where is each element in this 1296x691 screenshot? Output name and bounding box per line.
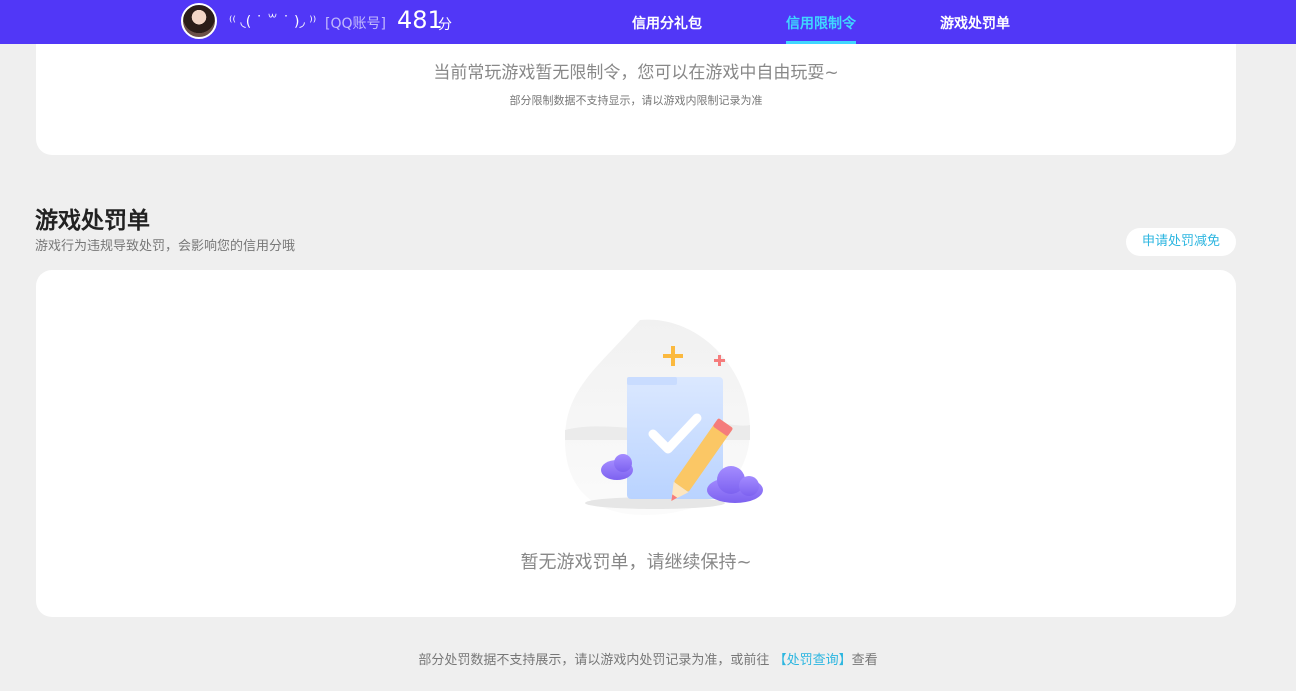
tab-credit-limit[interactable]: 信用限制令 [786, 13, 856, 33]
avatar[interactable] [181, 3, 217, 39]
limit-status-note: 部分限制数据不支持显示，请以游戏内限制记录为准 [509, 94, 763, 107]
apply-penalty-reduction-button[interactable]: 申请处罚减免 [1126, 228, 1236, 256]
tab-credit-gift[interactable]: 信用分礼包 [632, 13, 702, 33]
credit-score-unit: 分 [438, 17, 452, 33]
section-subtitle: 游戏行为违规导致处罚，会影响您的信用分哦 [35, 239, 296, 254]
footer-note-suffix: 查看 [851, 653, 878, 668]
tab-game-penalty[interactable]: 游戏处罚单 [940, 13, 1010, 33]
credit-score-value: 481 [397, 6, 443, 34]
footer-note: 部分处罚数据不支持展示，请以游戏内处罚记录为准，或前往 【处罚查询】查看 [0, 649, 1296, 668]
footer-note-text: 部分处罚数据不支持展示，请以游戏内处罚记录为准，或前往 [418, 653, 770, 668]
clipboard-check-pencil-icon [565, 319, 763, 515]
section-title: 游戏处罚单 [35, 208, 150, 234]
empty-state-message: 暂无游戏罚单，请继续保持~ [520, 552, 752, 573]
penalty-query-link[interactable]: 【处罚查询】 [774, 653, 852, 668]
penalty-list-card: 暂无游戏罚单，请继续保持~ [36, 270, 1236, 617]
limit-status-card: 当前常玩游戏暂无限制令，您可以在游戏中自由玩耍~ 部分限制数据不支持显示，请以游… [36, 44, 1236, 155]
account-type-label: [QQ账号] [325, 16, 386, 32]
limit-status-message: 当前常玩游戏暂无限制令，您可以在游戏中自由玩耍~ [433, 63, 839, 83]
top-navigation-bar: ⁽⁽ ◟( ˙ ꒳ ˙ )◞ ⁾⁾ [QQ账号] 481 分 信用分礼包 信用限… [0, 0, 1296, 44]
user-nickname: ⁽⁽ ◟( ˙ ꒳ ˙ )◞ ⁾⁾ [229, 14, 317, 30]
